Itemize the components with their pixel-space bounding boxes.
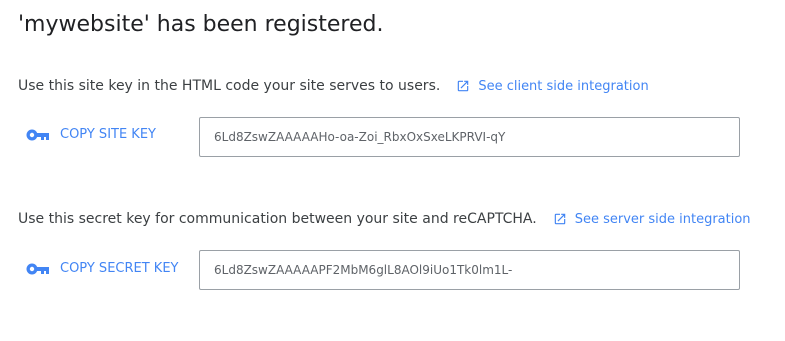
site-key-description-row: Use this site key in the HTML code your … (18, 78, 649, 94)
open-in-new-icon (458, 80, 469, 92)
server-side-integration-link[interactable]: See server side integration (553, 212, 751, 227)
client-side-integration-link[interactable]: See client side integration (456, 78, 649, 94)
open-in-new-icon (554, 213, 565, 225)
server-side-integration-label: See server side integration (574, 211, 751, 227)
copy-secret-key-button[interactable]: COPY SECRET KEY (26, 261, 178, 276)
key-icon (26, 129, 49, 140)
secret-key-description-row: Use this secret key for communication be… (18, 211, 751, 227)
secret-key-description: Use this secret key for communication be… (18, 211, 537, 227)
secret-key-field[interactable]: 6Ld8ZswZAAAAAPF2MbM6glL8AOl9iUo1Tk0lm1L- (199, 250, 740, 290)
copy-site-key-label: COPY SITE KEY (60, 127, 156, 142)
site-key-description: Use this site key in the HTML code your … (18, 78, 441, 94)
copy-secret-key-label: COPY SECRET KEY (60, 261, 179, 276)
page-title: 'mywebsite' has been registered. (18, 12, 384, 37)
client-side-integration-label: See client side integration (478, 78, 649, 94)
copy-site-key-button[interactable]: COPY SITE KEY (26, 127, 156, 142)
key-icon (26, 263, 49, 274)
site-key-field[interactable]: 6Ld8ZswZAAAAAHo-oa-Zoi_RbxOxSxeLKPRVI-qY (199, 117, 740, 157)
